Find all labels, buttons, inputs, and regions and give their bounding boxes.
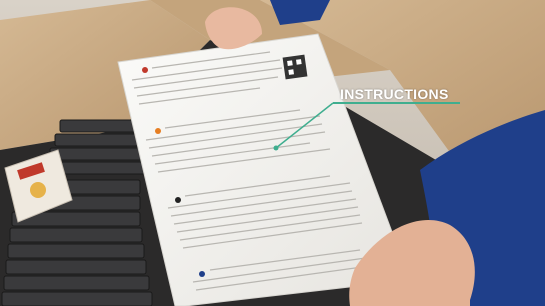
photo-scene: INSTRUCTIONS bbox=[0, 0, 545, 306]
flag-icon bbox=[142, 67, 148, 73]
photo-illustration bbox=[0, 0, 545, 306]
flag-icon bbox=[199, 271, 205, 277]
qr-code bbox=[282, 54, 308, 80]
flag-icon bbox=[155, 128, 161, 134]
flag-icon bbox=[175, 197, 181, 203]
instructions-callout-label: INSTRUCTIONS bbox=[340, 86, 449, 102]
